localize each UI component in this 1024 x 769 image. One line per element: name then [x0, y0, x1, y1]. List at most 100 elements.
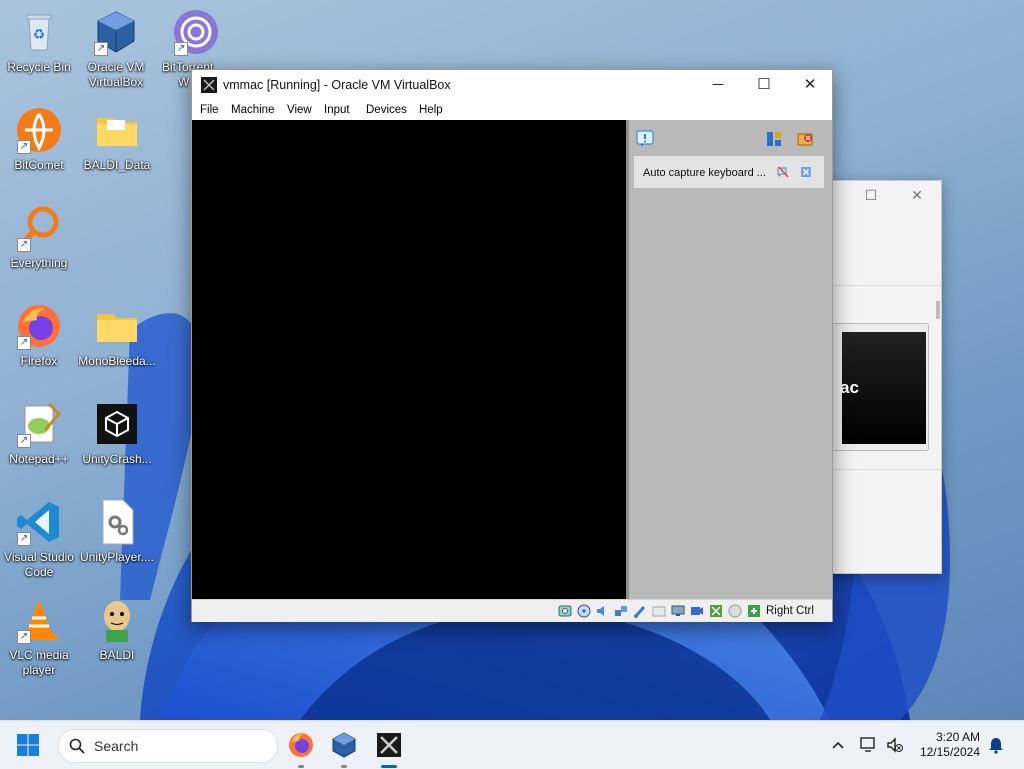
- settings-file-icon: [93, 498, 141, 546]
- desktop-icon-baldi[interactable]: BALDI: [78, 596, 156, 663]
- virtualbox-app-icon: [201, 77, 217, 93]
- system-clock[interactable]: 3:20 AM 12/15/2024: [914, 730, 980, 760]
- menu-help[interactable]: Help: [419, 104, 443, 116]
- baldi-icon: [93, 596, 141, 644]
- network-icon[interactable]: [614, 604, 628, 618]
- volume-muted-icon[interactable]: [885, 735, 905, 755]
- desktop-icon-vscode[interactable]: ↗ Visual Studio Code: [0, 498, 78, 580]
- preview-text: ac: [840, 378, 859, 397]
- notification-item[interactable]: Auto capture keyboard ...: [634, 156, 824, 188]
- do-not-show-again-icon[interactable]: [777, 166, 789, 178]
- taskbar: Search 3:20 AM 12/15/2024: [0, 720, 1024, 769]
- status-bar: Right Ctrl: [192, 599, 832, 622]
- taskbar-search-box[interactable]: Search: [58, 729, 278, 763]
- shortcut-arrow-icon: ↗: [17, 140, 31, 154]
- unity-icon: [93, 400, 141, 448]
- maximize-button[interactable]: ☐: [859, 187, 883, 205]
- shortcut-arrow-icon: ↗: [17, 532, 31, 546]
- folder-icon: [93, 302, 141, 350]
- menu-devices[interactable]: Devices: [366, 104, 407, 116]
- desktop-icon-label: Recycle Bin: [7, 60, 71, 74]
- virtualization-engine-icon[interactable]: [709, 604, 723, 618]
- scrollbar-thumb[interactable]: [936, 301, 940, 319]
- audio-icon[interactable]: [595, 604, 609, 618]
- preview-screen: ac: [840, 332, 926, 444]
- optical-drive-icon[interactable]: [577, 604, 591, 618]
- divider: [833, 285, 941, 286]
- mouse-integration-icon[interactable]: [728, 604, 742, 618]
- desktop-icon-firefox[interactable]: ↗ Firefox: [0, 302, 78, 369]
- title-bar[interactable]: vmmac [Running] - Oracle VM VirtualBox ─…: [192, 70, 832, 101]
- desktop-icon-label: BitComet: [14, 158, 64, 172]
- menu-view[interactable]: View: [287, 104, 312, 116]
- start-button-windows-icon[interactable]: [16, 733, 40, 757]
- desktop-icon-vlc[interactable]: ↗ VLC media player: [0, 596, 78, 678]
- svg-text:♻: ♻: [33, 26, 46, 42]
- shortcut-arrow-icon: ↗: [17, 434, 31, 448]
- desktop-icon-unityplayer[interactable]: UnityPlayer....: [78, 498, 156, 565]
- firefox-taskbar-icon[interactable]: [285, 729, 317, 761]
- host-key-label: Right Ctrl: [766, 605, 814, 617]
- minimize-button[interactable]: ─: [695, 70, 741, 101]
- desktop-icon-baldi-data[interactable]: BALDI_Data: [78, 106, 156, 173]
- desktop-icon-label: UnityPlayer....: [79, 550, 155, 564]
- virtualbox-window[interactable]: vmmac [Running] - Oracle VM VirtualBox ─…: [191, 69, 833, 622]
- desktop-icon-label: VLC media player: [9, 648, 69, 677]
- preview-thumbnail[interactable]: ac: [831, 323, 929, 451]
- notification-bell-icon[interactable]: [986, 735, 1006, 755]
- shortcut-arrow-icon: ↗: [17, 336, 31, 350]
- vm-display[interactable]: [192, 120, 626, 599]
- shared-folders-icon[interactable]: [652, 604, 666, 618]
- menu-bar: File Machine View Input Devices Help: [192, 101, 832, 120]
- desktop-icon-notepadpp[interactable]: ↗ Notepad++: [0, 400, 78, 467]
- desktop-icon-label: Oracle VM VirtualBox: [87, 60, 145, 89]
- clock-time: 3:20 AM: [935, 730, 980, 744]
- shortcut-arrow-icon: ↗: [17, 630, 31, 644]
- notification-center-panel: Auto capture keyboard ...: [626, 120, 832, 599]
- toggle-notifications-icon[interactable]: [765, 130, 783, 148]
- recycle-bin-icon: ♻: [15, 8, 63, 56]
- virtualbox-taskbar-icon[interactable]: [328, 729, 360, 761]
- desktop-icon-bitcomet[interactable]: ↗ BitComet: [0, 106, 78, 173]
- desktop-icon-recycle-bin[interactable]: ♻ Recycle Bin: [0, 8, 78, 75]
- desktop-icon-everything[interactable]: ↗ Everything: [0, 204, 78, 271]
- desktop-icon-monobleeding[interactable]: MonoBleeda...: [78, 302, 156, 369]
- menu-input[interactable]: Input: [324, 104, 350, 116]
- shortcut-arrow-icon: ↗: [94, 42, 108, 56]
- vlc-icon: ↗: [15, 596, 63, 644]
- video-capture-icon[interactable]: [690, 604, 704, 618]
- bittorrent-icon: ↗: [172, 8, 220, 56]
- notepadpp-icon: ↗: [15, 400, 63, 448]
- vscode-icon: ↗: [15, 498, 63, 546]
- desktop-icon-virtualbox[interactable]: ↗ Oracle VM VirtualBox: [77, 8, 155, 90]
- maximize-button[interactable]: ☐: [741, 70, 787, 101]
- vm-window-taskbar-icon[interactable]: [373, 729, 405, 761]
- shortcut-arrow-icon: ↗: [174, 42, 188, 56]
- dismiss-all-icon[interactable]: [796, 130, 814, 148]
- search-placeholder: Search: [94, 738, 139, 754]
- close-button[interactable]: ✕: [905, 187, 929, 205]
- desktop-icon-label: BALDI_Data: [83, 158, 151, 172]
- search-icon: [69, 738, 85, 754]
- desktop-icon-label: Firefox: [20, 354, 58, 368]
- network-status-icon[interactable]: [858, 735, 878, 755]
- bitcomet-icon: ↗: [15, 106, 63, 154]
- close-button[interactable]: ✕: [787, 70, 833, 101]
- keyboard-capture-icon[interactable]: [747, 604, 761, 618]
- desktop-icon-label: Notepad++: [9, 452, 69, 466]
- firefox-icon: ↗: [15, 302, 63, 350]
- usb-icon[interactable]: [633, 604, 647, 618]
- close-notification-icon[interactable]: [800, 166, 812, 178]
- hard-disk-icon[interactable]: [558, 604, 572, 618]
- notification-center-icon[interactable]: [636, 130, 654, 148]
- display-icon[interactable]: [671, 604, 685, 618]
- menu-machine[interactable]: Machine: [231, 104, 274, 116]
- folder-icon: [93, 106, 141, 154]
- desktop-icon-label: Everything: [10, 256, 68, 270]
- menu-file[interactable]: File: [200, 104, 219, 116]
- desktop-icon-unity-crash[interactable]: UnityCrash...: [78, 400, 156, 467]
- chevron-up-icon[interactable]: [828, 735, 848, 755]
- desktop-icon-label: MonoBleeda...: [78, 354, 156, 368]
- search-magnifier-icon: ↗: [15, 204, 63, 252]
- background-window[interactable]: ☐ ✕ ac: [820, 180, 942, 574]
